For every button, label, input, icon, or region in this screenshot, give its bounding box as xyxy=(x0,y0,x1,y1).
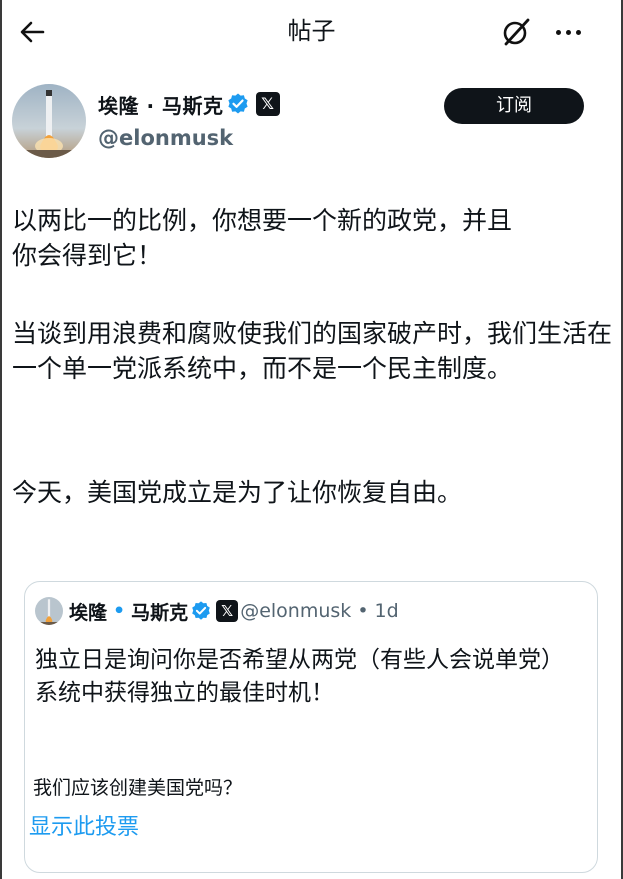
x-logo-icon: 𝕏 xyxy=(216,600,239,622)
author-handle[interactable]: @elonmusk xyxy=(98,124,233,152)
author-name-row: 埃隆 · 马斯克 𝕏 xyxy=(98,88,280,120)
quoted-author-avatar xyxy=(35,597,63,625)
author-avatar[interactable] xyxy=(12,84,86,158)
frame-left-edge xyxy=(0,0,2,879)
quoted-author-name-separator: • xyxy=(113,600,126,622)
post-paragraph-2: 当谈到用浪费和腐败使我们的国家破产时，我们生活在一个单一党派系统中，而不是一个民… xyxy=(12,319,613,383)
quoted-author-handle-time: @elonmusk • 1d xyxy=(240,600,399,622)
more-icon-dot xyxy=(565,29,571,35)
poll-question: 我们应该创建美国党吗？ xyxy=(33,777,243,799)
quoted-post-card[interactable]: 埃隆 • 马斯克 𝕏 @elonmusk • 1d 独立日是询问你是否希望从两党… xyxy=(24,581,598,873)
more-options-button[interactable] xyxy=(548,14,588,50)
quoted-author-name-first: 埃隆 xyxy=(69,601,108,624)
rocket-launch-avatar-image xyxy=(35,597,63,625)
top-bar: 帖子 xyxy=(0,0,623,64)
show-poll-link[interactable]: 显示此投票 xyxy=(29,813,139,843)
quoted-post-text: 独立日是询问你是否希望从两党（有些人会说单党）系统中获得独立的最佳时机！ xyxy=(35,647,564,706)
verified-icon xyxy=(227,93,248,114)
quoted-author-name-last: 马斯克 xyxy=(131,601,189,624)
post-paragraph-1: 以两比一的比例，你想要一个新的政党，并且你会得到它！ xyxy=(12,206,513,270)
post-paragraph-3: 今天，美国党成立是为了让你恢复自由。 xyxy=(12,478,463,507)
grok-icon xyxy=(503,18,530,46)
subscribe-button[interactable]: 订阅 xyxy=(444,88,584,124)
x-logo-icon: 𝕏 xyxy=(255,92,280,116)
rocket-launch-avatar-image xyxy=(12,84,86,158)
verified-icon xyxy=(192,601,210,620)
quoted-post-header: 埃隆 • 马斯克 𝕏 @elonmusk • 1d xyxy=(35,596,399,626)
more-icon xyxy=(555,29,561,35)
more-icon-dot xyxy=(575,29,581,35)
author-name[interactable]: 埃隆 · 马斯克 xyxy=(98,90,224,119)
grok-button[interactable] xyxy=(498,14,534,50)
